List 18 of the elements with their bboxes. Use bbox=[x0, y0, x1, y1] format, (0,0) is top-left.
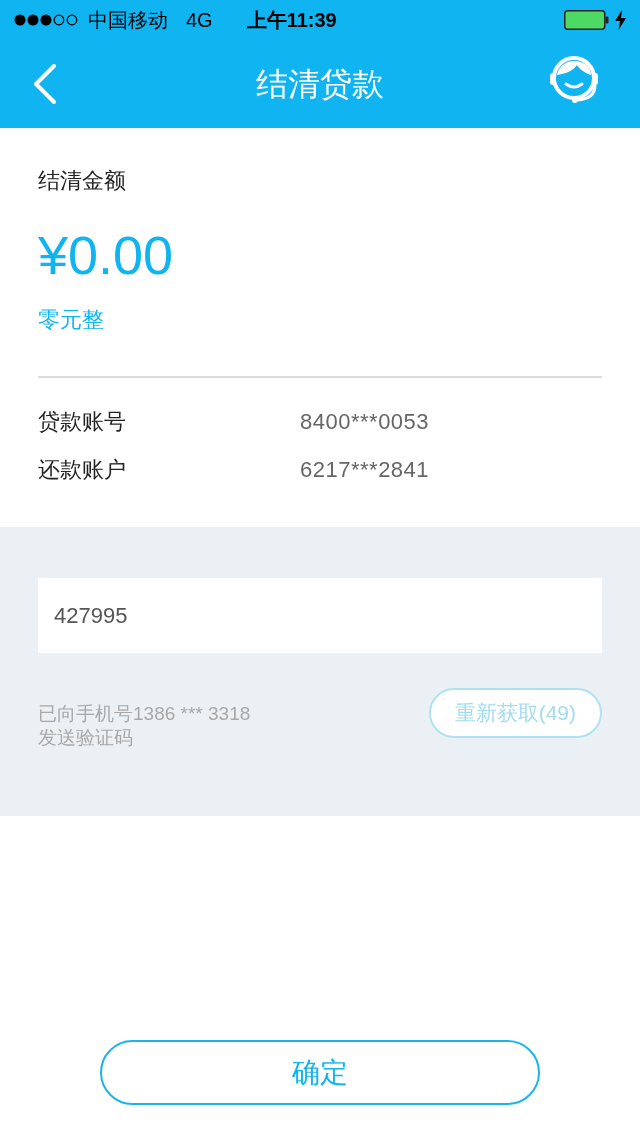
amount-label: 结清金额 bbox=[38, 168, 127, 194]
detail-label: 还款账户 bbox=[38, 457, 126, 483]
signal-icon bbox=[14, 14, 78, 26]
amount-in-words: 零元整 bbox=[38, 307, 104, 333]
detail-label: 贷款账号 bbox=[38, 409, 126, 435]
verification-code-field[interactable]: 427995 bbox=[38, 578, 602, 653]
battery-icon bbox=[564, 10, 609, 30]
sms-sent-hint: 已向手机号1386 *** 3318 发送验证码 bbox=[38, 702, 251, 750]
detail-value: 6217***2841 bbox=[300, 457, 430, 483]
detail-value: 8400***0053 bbox=[300, 409, 430, 435]
carrier-name: 中国移动 bbox=[88, 8, 168, 32]
page-title: 结清贷款 bbox=[256, 65, 384, 104]
back-chevron-icon bbox=[33, 64, 57, 104]
amount-value: ¥0.00 bbox=[38, 224, 174, 286]
status-time: 上午11:39 bbox=[246, 8, 337, 32]
network-type: 4G bbox=[186, 8, 213, 32]
charging-bolt-icon bbox=[615, 10, 626, 30]
confirm-button[interactable]: 确定 bbox=[100, 1040, 540, 1105]
